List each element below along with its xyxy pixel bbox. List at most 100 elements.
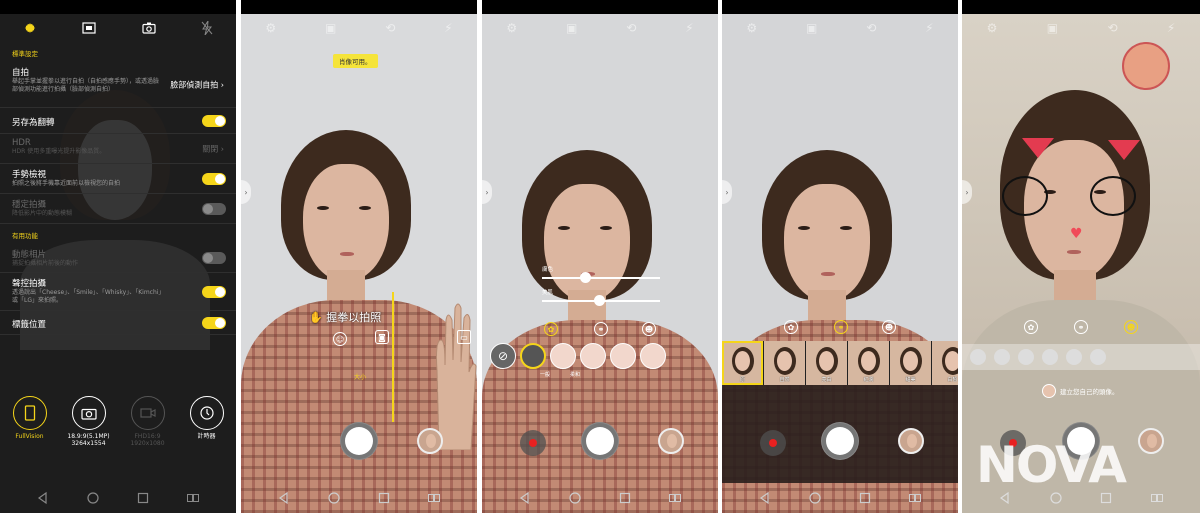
filter-item[interactable]: 白皙 (932, 341, 958, 385)
switch-camera-icon[interactable]: ⟲ (626, 21, 636, 35)
sticker-item[interactable] (1042, 349, 1058, 365)
filter-item[interactable]: 亮白 (806, 341, 847, 385)
switch-camera-icon[interactable]: ⟲ (1107, 21, 1117, 35)
sticker-icon[interactable]: ☻ (882, 320, 896, 334)
shutter-button[interactable] (582, 423, 618, 459)
portrait-mode-icon[interactable]: ☺ (333, 332, 347, 346)
home-icon[interactable] (808, 491, 822, 505)
no-effect-icon[interactable]: ⊘ (490, 343, 516, 369)
shutter-button[interactable] (822, 423, 858, 459)
gallery-thumbnail[interactable] (417, 428, 443, 454)
beauty-slider[interactable]: 美肌 (542, 290, 660, 306)
recents-icon[interactable] (858, 491, 872, 505)
flash-off-icon[interactable]: ⚡ (1167, 21, 1175, 35)
setting-motion-photo[interactable]: 動態相片 捕捉拍攝相片前後的動作 (0, 244, 236, 273)
tag-location-toggle[interactable] (202, 316, 226, 329)
record-button[interactable] (520, 430, 546, 456)
switch-camera-icon[interactable] (142, 22, 156, 34)
filter-item[interactable]: 自然 (764, 341, 805, 385)
filter-icon[interactable]: ⚭ (594, 322, 608, 336)
dual-window-icon[interactable] (908, 491, 922, 505)
gallery-thumbnail[interactable] (898, 428, 924, 454)
mode-fhd[interactable]: FHD16:9 1920x1080 (123, 396, 173, 447)
slider-knob[interactable] (594, 295, 605, 306)
home-icon[interactable] (327, 491, 341, 505)
setting-voice-shutter[interactable]: 聲控拍攝 透過說出「Cheese」、「Smile」、「Whisky」、「Kimc… (0, 273, 236, 311)
gallery-thumbnail[interactable] (1138, 428, 1164, 454)
filter-item[interactable]: 甜美 (890, 341, 931, 385)
create-avatar-hint[interactable]: 建立您自己的頭像。 (1042, 384, 1119, 398)
gear-icon[interactable] (23, 21, 37, 35)
effect-4[interactable] (610, 343, 636, 369)
filter-item[interactable]: 原 (722, 341, 763, 385)
recents-icon[interactable] (618, 491, 632, 505)
recents-icon[interactable] (1099, 491, 1113, 505)
effect-normal[interactable] (520, 343, 546, 369)
setting-steady[interactable]: 穩定拍攝 降低影片中的動態模糊 (0, 194, 236, 224)
dual-window-icon[interactable] (668, 491, 682, 505)
aspect-ratio-icon[interactable]: ▣ (806, 21, 817, 35)
sticker-icon[interactable]: ☻ (1124, 320, 1138, 334)
back-icon[interactable] (277, 491, 291, 505)
mode-fullvision[interactable]: FullVision (5, 396, 55, 447)
gear-icon[interactable]: ⚙ (746, 21, 757, 35)
gesture-view-toggle[interactable] (202, 172, 226, 185)
sticker-icon[interactable]: ☻ (642, 322, 656, 336)
save-flipped-toggle[interactable] (202, 114, 226, 127)
dual-window-icon[interactable] (427, 491, 441, 505)
mode-timer[interactable]: 計時器 (182, 396, 232, 447)
face-icon[interactable]: ◙ (375, 330, 389, 344)
effect-3[interactable] (580, 343, 606, 369)
flash-off-icon[interactable] (201, 21, 213, 35)
record-button[interactable] (760, 430, 786, 456)
filter-icon[interactable]: ⚭ (834, 320, 848, 334)
aspect-ratio-icon[interactable]: ▣ (325, 21, 336, 35)
back-icon[interactable] (758, 491, 772, 505)
gear-icon[interactable]: ⚙ (987, 21, 998, 35)
setting-tag-location[interactable]: 標籤位置 (0, 311, 236, 335)
setting-hdr[interactable]: HDR HDR 使用多重曝光提升影像品質。 關閉 › (0, 134, 236, 164)
slider-knob[interactable] (580, 272, 591, 283)
sticker-item[interactable] (994, 349, 1010, 365)
home-icon[interactable] (1049, 491, 1063, 505)
home-icon[interactable] (568, 491, 582, 505)
voice-shutter-toggle[interactable] (202, 285, 226, 298)
setting-gesture-view[interactable]: 手勢檢視 拍照之後將手機靠近面前以檢視您的自拍 (0, 164, 236, 194)
gear-icon[interactable]: ⚙ (506, 21, 517, 35)
aspect-ratio-icon[interactable]: ▣ (1047, 21, 1058, 35)
home-icon[interactable] (86, 491, 100, 505)
gear-icon[interactable]: ⚙ (265, 21, 276, 35)
mode-18-9[interactable]: 18.9:9(5.1MP) 3264x1554 (64, 396, 114, 447)
beauty-icon[interactable]: ✿ (784, 320, 798, 334)
back-icon[interactable] (518, 491, 532, 505)
aspect-ratio-icon[interactable]: ▣ (566, 21, 577, 35)
setting-selfie[interactable]: 自拍 舉起手掌並握拳以進行自拍（自拍感應手勢），或透過臉部偵測功能進行拍攝（臉部… (0, 62, 236, 108)
dual-window-icon[interactable] (1150, 491, 1164, 505)
recents-icon[interactable] (136, 491, 150, 505)
aspect-ratio-icon[interactable] (82, 22, 96, 34)
sticker-item[interactable] (1066, 349, 1082, 365)
setting-save-flipped[interactable]: 另存為翻轉 (0, 108, 236, 134)
back-icon[interactable] (36, 491, 50, 505)
sticker-item[interactable] (1090, 349, 1106, 365)
filter-icon[interactable]: ⚭ (1074, 320, 1088, 334)
filter-item[interactable]: 紅潤 (848, 341, 889, 385)
effect-5[interactable] (640, 343, 666, 369)
beauty-icon[interactable]: ✿ (1024, 320, 1038, 334)
steady-toggle[interactable] (202, 202, 226, 215)
sticker-item[interactable] (1018, 349, 1034, 365)
flash-off-icon[interactable]: ⚡ (925, 21, 933, 35)
gallery-icon[interactable]: ▭ (457, 330, 471, 344)
switch-camera-icon[interactable]: ⟲ (866, 21, 876, 35)
switch-camera-icon[interactable]: ⟲ (385, 21, 395, 35)
back-icon[interactable] (998, 491, 1012, 505)
flash-off-icon[interactable]: ⚡ (444, 21, 452, 35)
shutter-button[interactable] (341, 423, 377, 459)
dual-window-icon[interactable] (186, 491, 200, 505)
sticker-item[interactable] (970, 349, 986, 365)
recents-icon[interactable] (377, 491, 391, 505)
gallery-thumbnail[interactable] (658, 428, 684, 454)
motion-photo-toggle[interactable] (202, 252, 226, 264)
effect-soft[interactable] (550, 343, 576, 369)
skin-tone-slider[interactable]: 膚色 (542, 267, 660, 283)
